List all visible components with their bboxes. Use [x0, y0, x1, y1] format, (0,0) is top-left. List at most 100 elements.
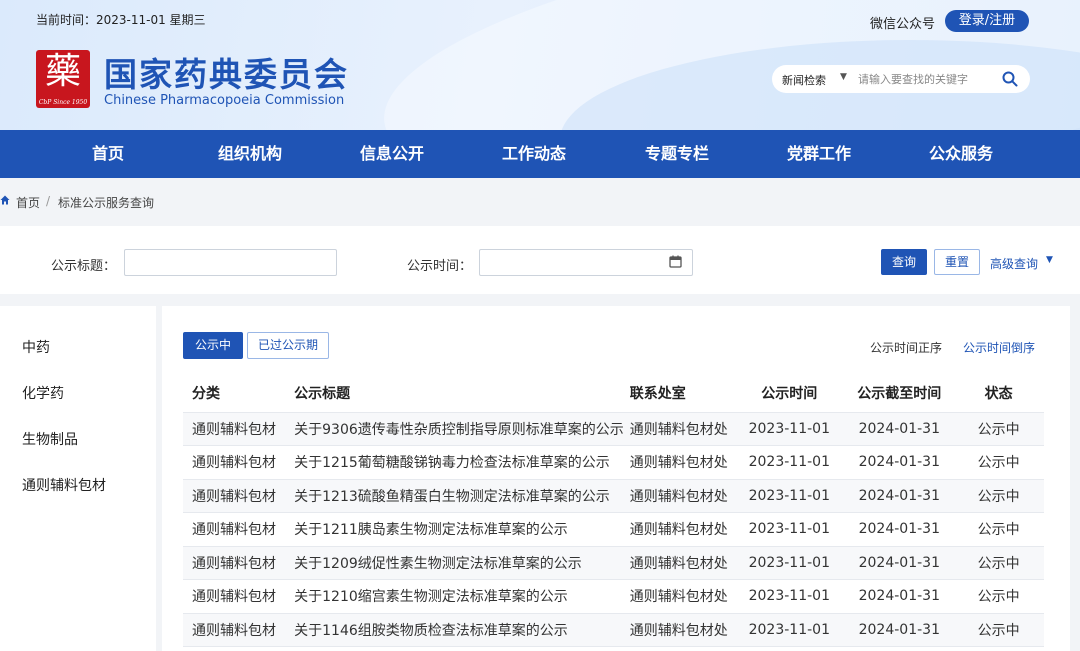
site-logo[interactable]: 藥 CbP Since 1950 [36, 50, 90, 108]
cell-category: 通则辅料包材 [183, 613, 289, 647]
breadcrumb-home-link[interactable]: 首页 [16, 194, 40, 211]
table-row[interactable]: 通则辅料包材 关于9306遗传毒性杂质控制指导原则标准草案的公示 通则辅料包材处… [183, 412, 1044, 446]
table-row[interactable]: 通则辅料包材 关于1146组胺类物质检查法标准草案的公示 通则辅料包材处 202… [183, 613, 1044, 647]
cell-status: 公示中 [953, 512, 1044, 547]
column-header-publish-time: 公示时间 [733, 374, 846, 413]
time-filter-input[interactable] [479, 249, 693, 276]
cell-title-link[interactable]: 关于1209绒促性素生物测定法标准草案的公示 [288, 546, 624, 580]
search-box: 新闻检索 ▼ [772, 65, 1030, 93]
cell-department: 通则辅料包材处 [623, 479, 734, 513]
sidebar-item-tcm[interactable]: 中药 [22, 337, 50, 357]
current-date: 当前时间：2023-11-01 星期三 [36, 13, 206, 27]
chevron-down-icon[interactable]: ▼ [1046, 255, 1053, 265]
nav-item-home[interactable]: 首页 [53, 130, 163, 178]
cell-title-link[interactable]: 关于1213硫酸鱼精蛋白生物测定法标准草案的公示 [288, 479, 624, 513]
cell-department: 通则辅料包材处 [623, 546, 734, 580]
category-sidebar: 中药 化学药 生物制品 通则辅料包材 [0, 306, 156, 651]
nav-item-work-updates[interactable]: 工作动态 [479, 130, 589, 178]
cell-category: 通则辅料包材 [183, 412, 289, 446]
cell-deadline: 2024-01-31 [845, 613, 954, 647]
sort-ascending-link[interactable]: 公示时间正序 [870, 339, 942, 356]
cell-deadline: 2024-01-31 [845, 445, 954, 480]
nav-item-public-services[interactable]: 公众服务 [906, 130, 1016, 178]
cell-publish-time: 2023-11-01 [733, 479, 846, 513]
cell-category: 通则辅料包材 [183, 512, 289, 547]
cell-deadline: 2024-01-31 [845, 412, 954, 446]
cell-publish-time: 2023-11-01 [733, 546, 846, 580]
title-filter-input[interactable] [124, 249, 337, 276]
table-row[interactable]: 通则辅料包材 关于1211胰岛素生物测定法标准草案的公示 通则辅料包材处 202… [183, 512, 1044, 547]
cell-title-link[interactable]: 关于1211胰岛素生物测定法标准草案的公示 [288, 512, 624, 547]
tab-expired[interactable]: 已过公示期 [247, 332, 329, 359]
table-row[interactable]: 通则辅料包材 关于1215葡萄糖酸锑钠毒力检查法标准草案的公示 通则辅料包材处 … [183, 445, 1044, 480]
login-register-button[interactable]: 登录/注册 [945, 10, 1029, 32]
cell-publish-time: 2023-11-01 [733, 445, 846, 480]
cell-publish-time: 2023-11-01 [733, 579, 846, 614]
sidebar-item-general-excipients[interactable]: 通则辅料包材 [22, 475, 106, 495]
breadcrumb: 首页 / 标准公示服务查询 [0, 178, 1080, 226]
chevron-down-icon[interactable]: ▼ [840, 72, 847, 82]
column-header-department: 联系处室 [623, 374, 734, 413]
cell-publish-time: 2023-11-01 [733, 512, 846, 547]
cell-status: 公示中 [953, 479, 1044, 513]
table-row[interactable]: 通则辅料包材 关于1210缩宫素生物测定法标准草案的公示 通则辅料包材处 202… [183, 579, 1044, 614]
site-subtitle: Chinese Pharmacopoeia Commission [104, 93, 345, 108]
search-scope-select[interactable]: 新闻检索 [782, 72, 826, 88]
announcement-table: 分类 公示标题 联系处室 公示时间 公示截至时间 状态 通则辅料包材 关于930… [183, 374, 1044, 647]
cell-status: 公示中 [953, 579, 1044, 614]
sidebar-item-chemical-drugs[interactable]: 化学药 [22, 383, 64, 403]
sort-descending-link[interactable]: 公示时间倒序 [963, 339, 1035, 356]
cell-title-link[interactable]: 关于1210缩宫素生物测定法标准草案的公示 [288, 579, 624, 614]
reset-button[interactable]: 重置 [934, 249, 980, 275]
nav-item-info-disclosure[interactable]: 信息公开 [337, 130, 447, 178]
column-header-status: 状态 [953, 374, 1044, 413]
breadcrumb-current: 标准公示服务查询 [58, 196, 155, 210]
advanced-query-link[interactable]: 高级查询 [990, 255, 1038, 272]
cell-status: 公示中 [953, 412, 1044, 446]
cell-status: 公示中 [953, 613, 1044, 647]
sidebar-item-biologics[interactable]: 生物制品 [22, 429, 78, 449]
nav-item-organization[interactable]: 组织机构 [195, 130, 305, 178]
cell-title-link[interactable]: 关于9306遗传毒性杂质控制指导原则标准草案的公示 [288, 412, 624, 446]
cell-deadline: 2024-01-31 [845, 512, 954, 547]
cell-deadline: 2024-01-31 [845, 479, 954, 513]
site-header: 当前时间：2023-11-01 星期三 藥 CbP Since 1950 国家药… [0, 0, 1080, 130]
nav-item-party-work[interactable]: 党群工作 [764, 130, 874, 178]
cell-deadline: 2024-01-31 [845, 546, 954, 580]
tab-in-publicity[interactable]: 公示中 [183, 332, 243, 359]
cell-deadline: 2024-01-31 [845, 579, 954, 614]
column-header-category: 分类 [183, 374, 289, 413]
column-header-deadline: 公示截至时间 [845, 374, 954, 413]
main-content: 公示中 已过公示期 公示时间正序 公示时间倒序 分类 公示标题 联系处室 公示时… [162, 306, 1070, 651]
cell-category: 通则辅料包材 [183, 479, 289, 513]
table-header-row: 分类 公示标题 联系处室 公示时间 公示截至时间 状态 [183, 374, 1044, 413]
logo-seal-glyph: 藥 [44, 51, 81, 92]
site-title[interactable]: 国家药典委员会 [104, 48, 349, 96]
cell-status: 公示中 [953, 546, 1044, 580]
query-button[interactable]: 查询 [881, 249, 927, 275]
filter-bar: 公示标题： 公示时间： 查询 重置 高级查询 ▼ [0, 226, 1080, 294]
search-input[interactable] [858, 69, 988, 89]
cell-category: 通则辅料包材 [183, 445, 289, 480]
cell-category: 通则辅料包材 [183, 579, 289, 614]
cell-department: 通则辅料包材处 [623, 613, 734, 647]
nav-item-topics[interactable]: 专题专栏 [622, 130, 732, 178]
column-header-title: 公示标题 [288, 374, 624, 413]
wechat-link[interactable]: 微信公众号 [870, 13, 935, 32]
table-row[interactable]: 通则辅料包材 关于1213硫酸鱼精蛋白生物测定法标准草案的公示 通则辅料包材处 … [183, 479, 1044, 513]
cell-category: 通则辅料包材 [183, 546, 289, 580]
search-icon[interactable] [1001, 70, 1019, 88]
title-filter-label: 公示标题： [51, 259, 117, 274]
calendar-icon[interactable] [669, 255, 682, 268]
breadcrumb-separator: / [46, 194, 51, 208]
cell-publish-time: 2023-11-01 [733, 613, 846, 647]
cell-department: 通则辅料包材处 [623, 512, 734, 547]
cell-status: 公示中 [953, 445, 1044, 480]
cell-department: 通则辅料包材处 [623, 579, 734, 614]
table-row[interactable]: 通则辅料包材 关于1209绒促性素生物测定法标准草案的公示 通则辅料包材处 20… [183, 546, 1044, 580]
time-filter-label: 公示时间： [407, 259, 473, 274]
logo-since: CbP Since 1950 [38, 99, 88, 106]
cell-department: 通则辅料包材处 [623, 412, 734, 446]
cell-title-link[interactable]: 关于1146组胺类物质检查法标准草案的公示 [288, 613, 624, 647]
cell-title-link[interactable]: 关于1215葡萄糖酸锑钠毒力检查法标准草案的公示 [288, 445, 624, 480]
